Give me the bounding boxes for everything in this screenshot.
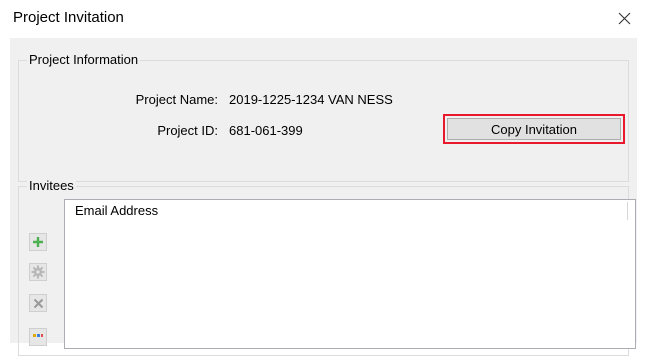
- project-id-label: Project ID:: [157, 123, 218, 138]
- close-icon: [618, 12, 630, 24]
- project-information-label: Project Information: [27, 52, 141, 68]
- title-bar: Project Invitation: [0, 0, 647, 36]
- gear-icon: [31, 265, 45, 279]
- close-button[interactable]: [601, 0, 647, 36]
- add-icon: [33, 237, 43, 247]
- window-title: Project Invitation: [13, 9, 124, 26]
- remove-icon: [33, 298, 43, 308]
- copy-invitation-highlight: Copy Invitation: [443, 114, 625, 144]
- invitees-label: Invitees: [27, 178, 76, 194]
- project-name-label: Project Name:: [135, 92, 218, 107]
- dialog-body: Project Information Project Name: 2019-1…: [10, 38, 637, 356]
- column-divider[interactable]: [627, 202, 628, 220]
- email-address-column-header[interactable]: Email Address: [75, 203, 158, 218]
- address-book-icon: [33, 334, 43, 337]
- project-id-value: 681-061-399: [229, 123, 303, 138]
- settings-button[interactable]: [29, 263, 47, 281]
- invitees-list[interactable]: Email Address: [64, 199, 636, 349]
- copy-invitation-button[interactable]: Copy Invitation: [447, 118, 621, 140]
- remove-invitee-button[interactable]: [29, 294, 47, 312]
- add-invitee-button[interactable]: [29, 233, 47, 251]
- project-name-value: 2019-1225-1234 VAN NESS: [229, 92, 393, 107]
- address-book-button[interactable]: [29, 328, 47, 346]
